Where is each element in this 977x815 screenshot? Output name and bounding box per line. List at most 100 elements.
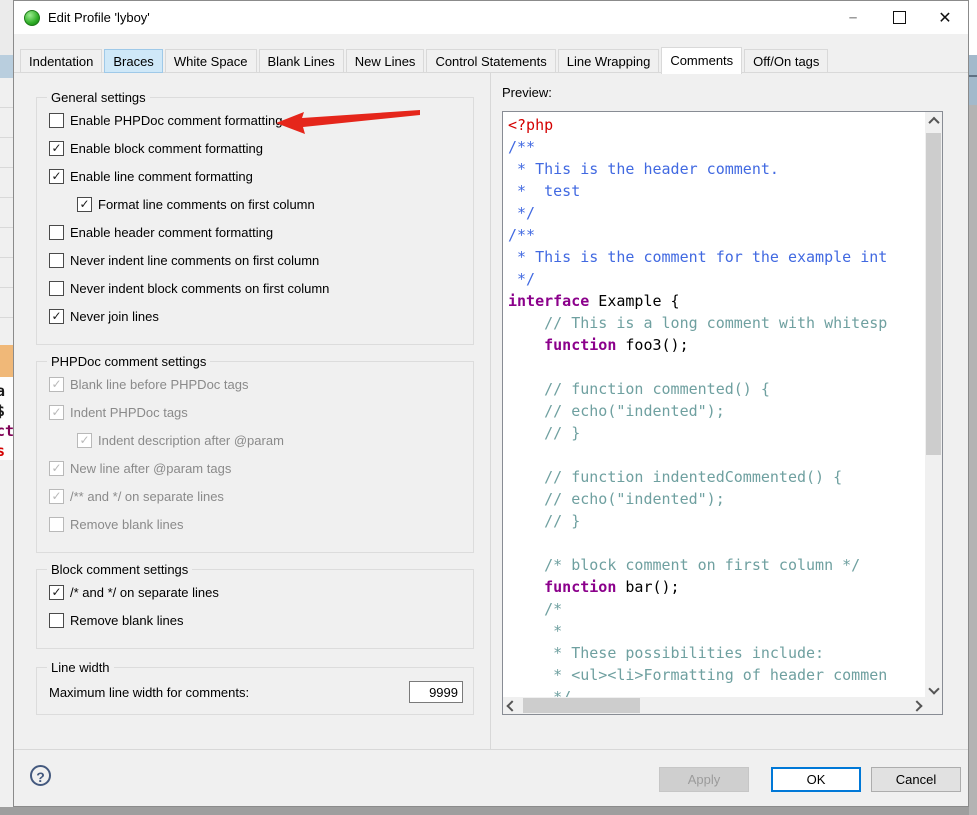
checkbox-and-on-separate-lines[interactable]: ✓: [49, 585, 64, 600]
checkbox-label: Indent description after @param: [98, 433, 284, 448]
group-block-comment-settings: Block comment settings✓/* and */ on sepa…: [36, 569, 474, 649]
settings-pane: General settings Enable PHPDoc comment fo…: [14, 73, 490, 749]
background-code-fragment: s: [0, 442, 13, 460]
checkbox-row-indent-description-after-param: ✓Indent description after @param: [77, 430, 463, 450]
checkbox-enable-phpdoc-comment-formatting[interactable]: [49, 113, 64, 128]
left-sliver-list: [0, 78, 13, 345]
tab-off-on-tags[interactable]: Off/On tags: [744, 49, 828, 73]
code-line: */: [508, 202, 925, 224]
vertical-scroll-thumb[interactable]: [926, 133, 941, 455]
scroll-down-button[interactable]: [925, 680, 942, 697]
help-button[interactable]: ?: [30, 765, 51, 786]
code-line: // This is a long comment with whitesp: [508, 312, 925, 334]
checkbox-row-remove-blank-lines: Remove blank lines: [49, 514, 463, 534]
checkbox-never-indent-block-comments-on-first-column[interactable]: [49, 281, 64, 296]
checkbox-label: /** and */ on separate lines: [70, 489, 224, 504]
background-code-fragment: a: [0, 382, 13, 400]
checkbox-enable-header-comment-formatting[interactable]: [49, 225, 64, 240]
code-line: [508, 356, 925, 378]
code-line: * These possibilities include:: [508, 642, 925, 664]
code-line: [508, 532, 925, 554]
tab-line-wrapping[interactable]: Line Wrapping: [558, 49, 660, 73]
code-line: *: [508, 620, 925, 642]
preview-label: Preview:: [502, 85, 552, 100]
tab-comments[interactable]: Comments: [661, 47, 742, 74]
right-sliver-segment: [969, 0, 977, 55]
left-sliver-highlight: [0, 345, 13, 377]
horizontal-scroll-thumb[interactable]: [523, 698, 640, 713]
chevron-down-icon: [928, 683, 939, 694]
code-line: // }: [508, 510, 925, 532]
checkbox-label: Enable line comment formatting: [70, 169, 253, 184]
checkbox-row-enable-line-comment-formatting: ✓ Enable line comment formatting: [49, 166, 463, 186]
checkbox-row-format-line-comments-on-first-column: ✓ Format line comments on first column: [77, 194, 463, 214]
checkbox-label: Never indent line comments on first colu…: [70, 253, 319, 268]
left-sliver-segment: [0, 55, 13, 78]
scroll-left-button[interactable]: [503, 697, 520, 714]
title-bar[interactable]: Edit Profile 'lyboy' – ✕: [14, 1, 968, 34]
apply-button: Apply: [659, 767, 749, 792]
group-title: PHPDoc comment settings: [47, 354, 210, 369]
checkbox-row-and-on-separate-lines: ✓/** and */ on separate lines: [49, 486, 463, 506]
checkbox-never-indent-line-comments-on-first-column[interactable]: [49, 253, 64, 268]
preview-box: <?php/** * This is the header comment. *…: [502, 111, 943, 715]
checkbox-enable-block-comment-formatting[interactable]: ✓: [49, 141, 64, 156]
tab-white-space[interactable]: White Space: [165, 49, 257, 73]
checkbox-label: /* and */ on separate lines: [70, 585, 219, 600]
checkbox-indent-phpdoc-tags: ✓: [49, 405, 64, 420]
right-sliver-scrollbar: [969, 77, 977, 105]
checkbox-label: Indent PHPDoc tags: [70, 405, 188, 420]
minimize-button[interactable]: –: [830, 1, 876, 34]
checkbox-row-never-indent-line-comments-on-first-column: Never indent line comments on first colu…: [49, 250, 463, 270]
close-button[interactable]: ✕: [922, 1, 968, 34]
preview-code: <?php/** * This is the header comment. *…: [503, 112, 925, 697]
checkbox-format-line-comments-on-first-column[interactable]: ✓: [77, 197, 92, 212]
code-line: /**: [508, 136, 925, 158]
left-sliver-code: a$cts: [0, 377, 13, 460]
scroll-up-button[interactable]: [925, 112, 942, 129]
checkbox-label: Blank line before PHPDoc tags: [70, 377, 248, 392]
tab-blank-lines[interactable]: Blank Lines: [259, 49, 344, 73]
checkbox-label: Enable block comment formatting: [70, 141, 263, 156]
checkbox-label: Never indent block comments on first col…: [70, 281, 329, 296]
checkbox-label: Enable PHPDoc comment formatting: [70, 113, 282, 128]
line-width-input[interactable]: [409, 681, 463, 703]
ok-button[interactable]: OK: [771, 767, 861, 792]
checkbox-label: New line after @param tags: [70, 461, 231, 476]
checkbox-label: Format line comments on first column: [98, 197, 315, 212]
tab-braces[interactable]: Braces: [104, 49, 162, 73]
background-window-left-sliver: a$cts: [0, 0, 13, 807]
checkbox-enable-line-comment-formatting[interactable]: ✓: [49, 169, 64, 184]
code-line: // function commented() {: [508, 378, 925, 400]
code-line: <?php: [508, 114, 925, 136]
code-line: // echo("indented");: [508, 400, 925, 422]
tab-control-statements[interactable]: Control Statements: [426, 49, 555, 73]
checkbox-never-join-lines[interactable]: ✓: [49, 309, 64, 324]
annotation-arrow-icon: [272, 104, 424, 142]
code-line: // function indentedCommented() {: [508, 466, 925, 488]
tab-new-lines[interactable]: New Lines: [346, 49, 425, 73]
code-line: function foo3();: [508, 334, 925, 356]
horizontal-scrollbar[interactable]: [503, 697, 925, 714]
group-title: General settings: [47, 90, 150, 105]
checkbox-row-enable-header-comment-formatting: Enable header comment formatting: [49, 222, 463, 242]
maximize-button[interactable]: [876, 1, 922, 34]
cancel-button[interactable]: Cancel: [871, 767, 961, 792]
code-line: */: [508, 268, 925, 290]
checkbox-remove-blank-lines[interactable]: [49, 613, 64, 628]
checkbox-label: Remove blank lines: [70, 613, 183, 628]
preview-pane: Preview: <?php/** * This is the header c…: [491, 73, 968, 749]
vertical-scrollbar[interactable]: [925, 112, 942, 697]
code-line: * This is the comment for the example in…: [508, 246, 925, 268]
group-phpdoc-comment-settings: PHPDoc comment settings✓Blank line befor…: [36, 361, 474, 553]
code-line: * <ul><li>Formatting of header commen: [508, 664, 925, 686]
line-width-row: Maximum line width for comments:: [49, 680, 463, 704]
code-line: // echo("indented");: [508, 488, 925, 510]
desktop: a$cts Edit Profile 'lyboy' – ✕ Indentati…: [0, 0, 977, 815]
chevron-left-icon: [506, 700, 517, 711]
group-title: Block comment settings: [47, 562, 192, 577]
scroll-right-button[interactable]: [908, 697, 925, 714]
background-window-right-sliver: [969, 0, 977, 815]
tab-indentation[interactable]: Indentation: [20, 49, 102, 73]
checkbox-row-new-line-after-param-tags: ✓New line after @param tags: [49, 458, 463, 478]
